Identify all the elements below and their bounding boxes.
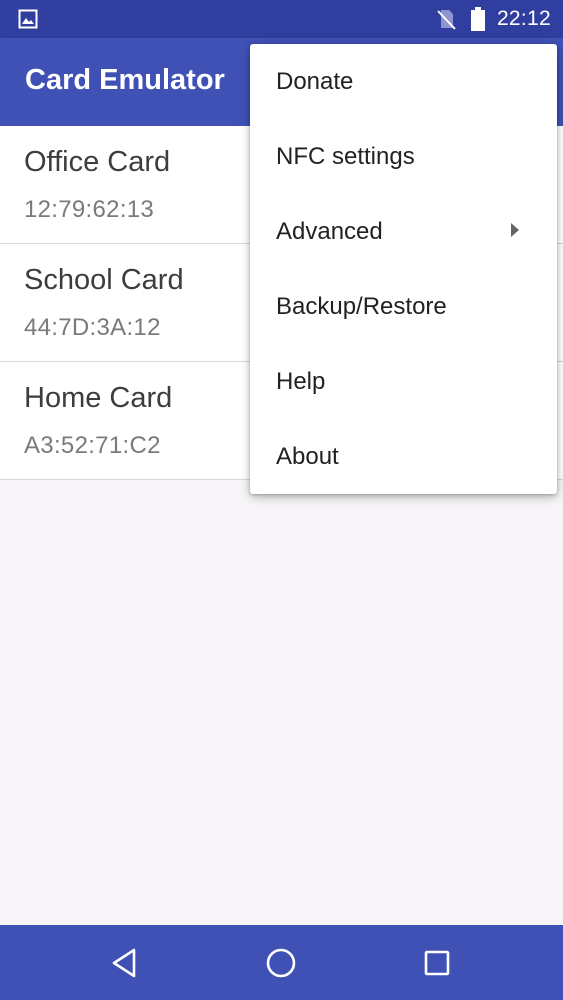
no-sim-icon	[437, 10, 456, 30]
status-time: 22:12	[496, 7, 551, 30]
home-icon[interactable]	[263, 945, 299, 981]
submenu-arrow-icon	[511, 223, 519, 237]
menu-item-backup-restore[interactable]: Backup/Restore	[250, 269, 557, 344]
card-id: 44:7D:3A:12	[24, 314, 161, 341]
status-bar: 22:12	[0, 0, 563, 38]
card-id: A3:52:71:C2	[24, 432, 161, 459]
battery-icon	[470, 7, 485, 31]
menu-item-label: Help	[276, 368, 326, 395]
back-icon[interactable]	[107, 945, 143, 981]
image-notification-icon	[18, 9, 38, 29]
app-title: Card Emulator	[25, 64, 225, 96]
menu-item-label: Donate	[276, 68, 354, 95]
recents-icon[interactable]	[419, 945, 455, 981]
menu-item-label: NFC settings	[276, 143, 415, 170]
menu-item-label: Backup/Restore	[276, 293, 447, 320]
menu-item-label: About	[276, 443, 339, 470]
card-name: Home Card	[24, 382, 173, 414]
card-name: Office Card	[24, 146, 171, 178]
menu-item-help[interactable]: Help	[250, 344, 557, 419]
menu-item-advanced[interactable]: Advanced	[250, 194, 557, 269]
navigation-bar	[0, 925, 563, 1000]
card-id: 12:79:62:13	[24, 196, 155, 223]
overflow-menu: Donate NFC settings Advanced Backup/Rest…	[250, 44, 557, 494]
card-name: School Card	[24, 264, 184, 296]
menu-item-label: Advanced	[276, 218, 383, 245]
menu-item-donate[interactable]: Donate	[250, 44, 557, 119]
menu-item-nfc-settings[interactable]: NFC settings	[250, 119, 557, 194]
menu-item-about[interactable]: About	[250, 419, 557, 494]
status-indicators: 22:12	[435, 0, 551, 38]
